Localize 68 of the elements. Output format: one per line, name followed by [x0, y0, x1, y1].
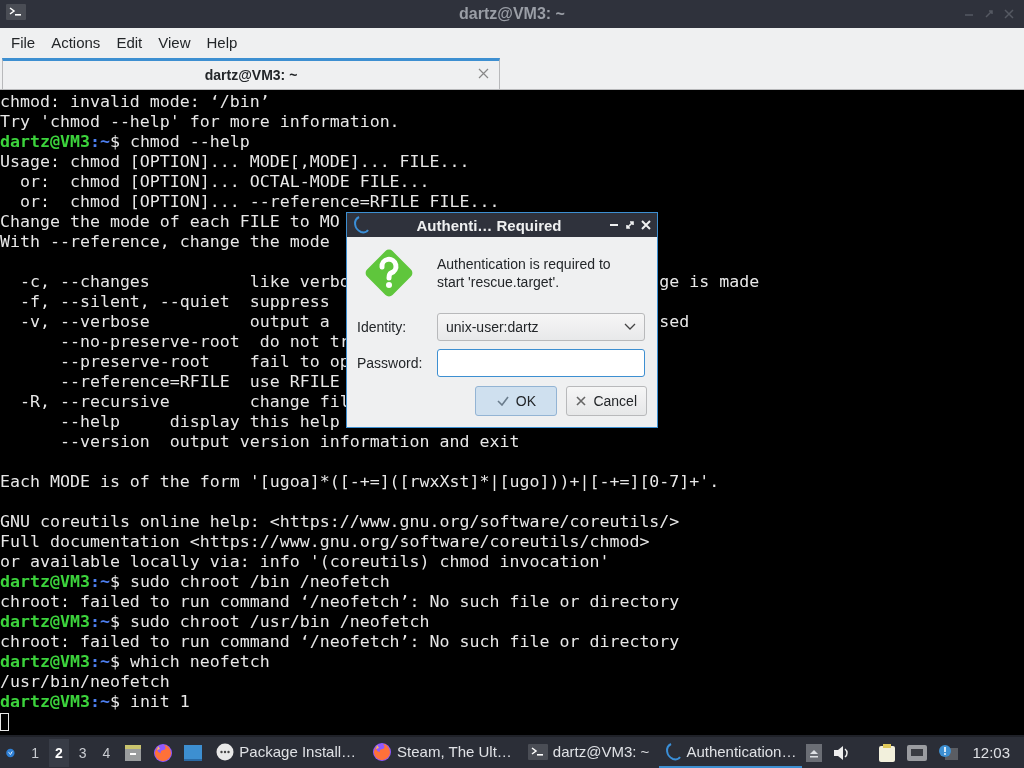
terminal-line-fragment: sed	[659, 312, 690, 332]
menu-item[interactable]: Help	[199, 30, 245, 55]
identity-dropdown[interactable]: unix-user:dartz	[437, 313, 645, 341]
terminal-line: -f, --silent, --quiet suppress	[18, 292, 330, 311]
terminal-line: With --reference, change the mode	[0, 232, 330, 251]
terminal-line: or: chmod [OPTION]... --reference=RFILE FILE...	[18, 192, 500, 211]
workspace-button[interactable]: 4	[96, 738, 117, 767]
terminal-line: --reference=RFILE use RFILE	[58, 372, 340, 391]
terminal-line: or available locally via: info '(coreutils) chmod invocation'	[0, 552, 610, 571]
terminal-line: Each MODE is of the form '[ugoa]*([-+=]([rwxXst]*|[ugo]))+|[-+=][0-7]+'.	[0, 472, 720, 491]
check-icon	[496, 396, 509, 406]
workspace-button[interactable]: 2	[48, 738, 69, 767]
clock[interactable]: 12:03	[972, 744, 1010, 761]
terminal-line: chroot: failed to run command ‘/neofetch’: No such file or directory	[0, 632, 680, 651]
notification-icon[interactable]	[938, 743, 959, 762]
terminal-line: --help display this help	[58, 412, 340, 431]
text-cursor	[0, 713, 9, 731]
firefox-icon	[153, 742, 174, 763]
menu-item[interactable]: File	[4, 30, 43, 55]
terminal-line-fragment: ge is made	[659, 272, 760, 292]
window-title: dartz@VM3: ~	[459, 5, 565, 23]
task-button[interactable]: Package Install…	[210, 737, 363, 768]
terminal-line: GNU coreutils online help: <https://www.gnu.org/software/coreutils/>	[0, 512, 680, 531]
file-cabinet-icon[interactable]	[123, 742, 144, 763]
terminal-line: Full documentation <https://www.gnu.org/software/coreutils/chmod>	[0, 532, 650, 551]
terminal-line: chroot: failed to run command ‘/neofetch’: No such file or directory	[0, 592, 680, 611]
menu-item[interactable]: Actions	[44, 30, 108, 55]
dialog-message: Authentication is required to start 'rescue.target'.	[437, 255, 612, 291]
field-label: Password:	[357, 355, 424, 371]
terminal-line: -R, --recursive change fil	[18, 392, 350, 411]
speaker-icon[interactable]	[832, 744, 851, 761]
terminal-line: /usr/bin/neofetch	[0, 672, 170, 691]
menu-item[interactable]: View	[151, 30, 198, 55]
firefox-icon	[372, 741, 393, 762]
terminal-icon	[6, 4, 26, 20]
workspace-button[interactable]: 3	[72, 738, 93, 767]
dialog-title: Authenti… Required	[415, 216, 563, 234]
x-icon	[576, 396, 587, 406]
prompt-line: dartz@VM3:~$ sudo chroot /bin /neofetch	[0, 572, 390, 591]
terminal-line: Usage: chmod [OPTION]... MODE[,MODE]... FILE...	[0, 152, 470, 171]
password-field[interactable]	[437, 349, 645, 377]
terminal-line: -v, --verbose output a	[18, 312, 330, 332]
terminal-line: or: chmod [OPTION]... OCTAL-MODE FILE...	[18, 172, 430, 191]
terminal-icon	[527, 743, 548, 760]
window-icon[interactable]	[183, 743, 204, 762]
terminal-line: --version output version information and exit	[58, 432, 520, 451]
network-icon[interactable]	[906, 743, 929, 762]
chevron-down-icon	[624, 323, 636, 331]
task-button[interactable]: Authentication…	[659, 737, 803, 768]
prompt-line: dartz@VM3:~$ sudo chroot /usr/bin /neofetch	[0, 612, 430, 631]
task-button[interactable]: dartz@VM3: ~	[521, 737, 656, 768]
ellipsis-icon	[216, 742, 235, 761]
task-button[interactable]: Steam, The Ult…	[366, 737, 518, 768]
terminal-line: Change the mode of each FILE to MO	[0, 212, 340, 231]
menu-item[interactable]: Edit	[109, 30, 150, 55]
prompt-line: dartz@VM3:~$ chmod --help	[0, 132, 250, 151]
spinner-icon	[665, 742, 682, 761]
terminal-tab[interactable]: dartz@VM3: ~	[2, 58, 500, 89]
workspace-button[interactable]: 1	[25, 738, 45, 767]
clipboard-icon[interactable]	[878, 742, 897, 763]
prompt-line: dartz@VM3:~$ init 1	[0, 692, 190, 711]
field-label: Identity:	[357, 319, 408, 335]
cancel-button[interactable]: Cancel	[566, 386, 647, 416]
spinner-icon	[353, 216, 369, 234]
prompt-line: dartz@VM3:~$ which neofetch	[0, 652, 270, 671]
ok-button[interactable]: OK	[475, 386, 558, 416]
terminal-line: chmod: invalid mode: ‘/bin’	[0, 92, 270, 111]
terminal-line: Try 'chmod --help' for more information.	[0, 112, 400, 131]
